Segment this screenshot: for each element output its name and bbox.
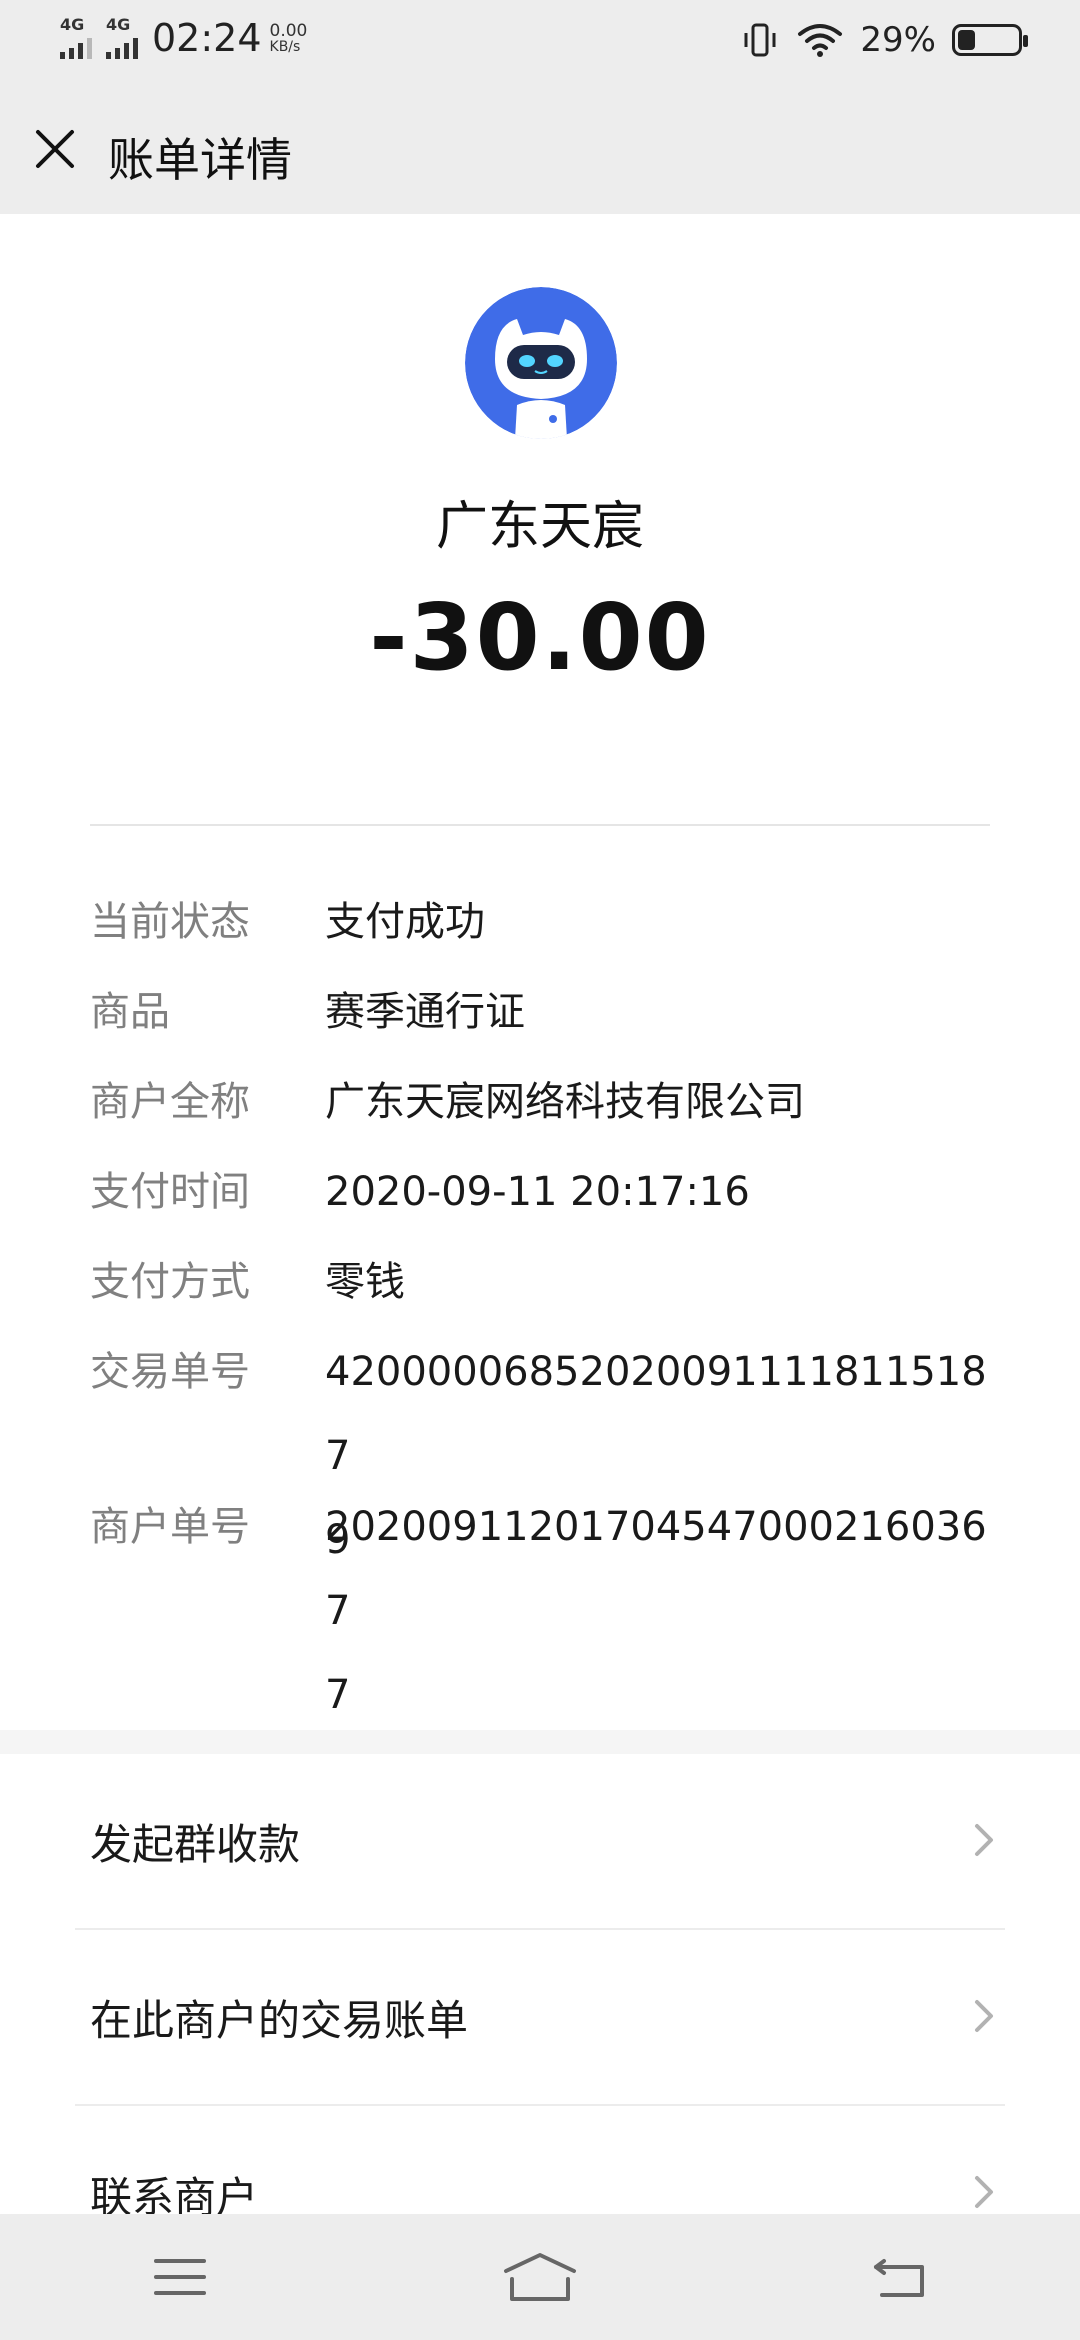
detail-label: 商户全称 xyxy=(90,1079,250,1125)
signal-bars-icon xyxy=(106,37,138,59)
detail-row-status: 当前状态 支付成功 xyxy=(90,880,990,964)
divider xyxy=(90,824,990,826)
merchant-transactions-button[interactable]: 在此商户的交易账单 xyxy=(75,1930,1005,2106)
detail-value: 赛季通行证 xyxy=(325,989,525,1035)
payment-summary: 广东天宸 -30.00 xyxy=(0,214,1080,826)
network-type-label: 4G xyxy=(60,15,85,34)
back-icon xyxy=(874,2259,924,2297)
home-icon xyxy=(504,2253,576,2301)
network-speed: 0.00 KB/s xyxy=(270,22,308,54)
detail-row-merchant-order-id: 商户单号 202009112017045470002160367 7 xyxy=(90,1485,990,1737)
detail-row-payment-time: 支付时间 2020-09-11 20:17:16 xyxy=(90,1150,990,1234)
network-speed-value: 0.00 xyxy=(269,21,308,41)
signal-1: 4G xyxy=(60,17,92,59)
payment-amount: -30.00 xyxy=(369,584,711,691)
wifi-icon xyxy=(798,24,843,57)
battery-icon xyxy=(952,24,1028,56)
detail-label: 商户单号 xyxy=(90,1504,250,1550)
action-label: 发起群收款 xyxy=(90,1819,301,1869)
detail-row-product: 商品 赛季通行证 xyxy=(90,970,990,1054)
system-nav-bar xyxy=(0,2214,1080,2340)
section-divider xyxy=(0,1730,1080,1754)
detail-value: 支付成功 xyxy=(325,899,485,945)
header: 账单详情 xyxy=(0,90,1080,214)
battery-percent: 29% xyxy=(860,20,936,60)
status-bar: 4G 4G 02:24 0.00 KB/s 29% xyxy=(0,0,1080,90)
detail-label: 支付方式 xyxy=(90,1259,250,1305)
clock: 02:24 xyxy=(152,16,262,60)
chevron-right-icon xyxy=(975,2176,993,2208)
status-left: 4G 4G 02:24 0.00 KB/s xyxy=(60,16,307,60)
merchant-name: 广东天宸 xyxy=(435,497,644,557)
detail-value[interactable]: 202009112017045470002160367 7 xyxy=(325,1485,990,1737)
vibrate-icon xyxy=(744,23,776,57)
action-label: 在此商户的交易账单 xyxy=(90,1995,469,2045)
detail-label: 支付时间 xyxy=(90,1169,250,1215)
detail-label: 当前状态 xyxy=(90,899,250,945)
network-speed-unit: KB/s xyxy=(269,39,301,55)
detail-row-merchant-full-name: 商户全称 广东天宸网络科技有限公司 xyxy=(90,1060,990,1144)
detail-value: 2020-09-11 20:17:16 xyxy=(325,1169,750,1215)
signal-2: 4G xyxy=(106,17,138,59)
group-collect-button[interactable]: 发起群收款 xyxy=(75,1754,1005,1930)
battery-fill xyxy=(958,30,975,50)
menu-icon xyxy=(154,2259,206,2295)
close-icon[interactable] xyxy=(30,124,80,174)
chevron-right-icon xyxy=(975,2000,993,2032)
detail-value: 广东天宸网络科技有限公司 xyxy=(325,1079,805,1125)
detail-label: 商品 xyxy=(90,989,170,1035)
detail-row-payment-method: 支付方式 零钱 xyxy=(90,1240,990,1324)
menu-button[interactable] xyxy=(135,2242,225,2312)
network-type-label: 4G xyxy=(106,15,131,34)
chevron-right-icon xyxy=(975,1824,993,1856)
status-right: 29% xyxy=(740,20,1028,60)
back-button[interactable] xyxy=(855,2242,945,2312)
signal-bars-icon xyxy=(60,37,92,59)
home-button[interactable] xyxy=(495,2242,585,2312)
detail-value: 零钱 xyxy=(325,1259,405,1305)
robot-avatar-icon xyxy=(465,287,617,439)
page-title: 账单详情 xyxy=(108,133,292,187)
